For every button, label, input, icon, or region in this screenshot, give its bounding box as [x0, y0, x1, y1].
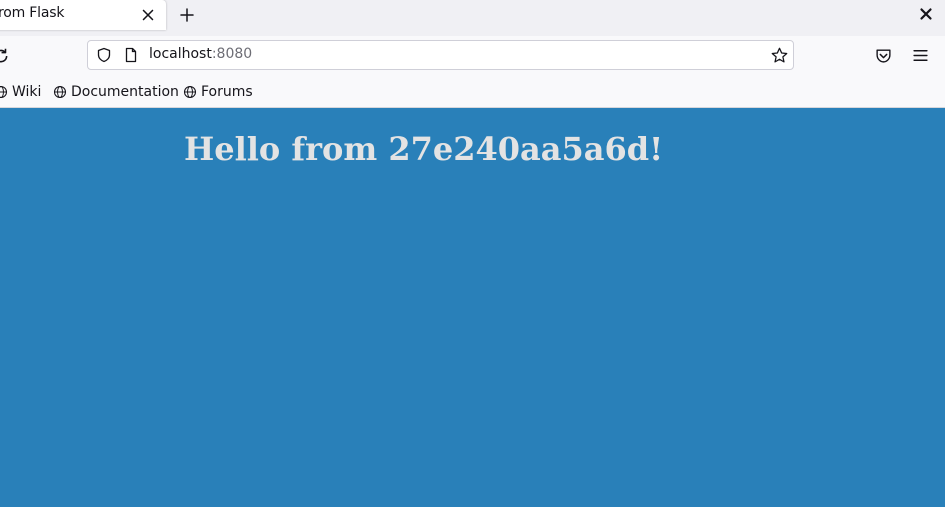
menu-icon[interactable]: [912, 47, 929, 64]
url-port: :8080: [211, 46, 253, 62]
page-icon: [125, 47, 137, 63]
url-host: localhost: [149, 46, 212, 62]
star-icon[interactable]: [771, 47, 788, 64]
bookmark-label: Documentation: [71, 84, 179, 100]
bookmark-documentation[interactable]: Documentation: [53, 82, 179, 102]
nav-bar: localhost:8080: [0, 36, 945, 76]
url-text[interactable]: localhost:8080: [149, 46, 252, 62]
window-close-icon[interactable]: [917, 5, 935, 23]
plus-icon[interactable]: [177, 5, 197, 25]
bookmark-forums[interactable]: Forums: [183, 82, 253, 102]
close-icon[interactable]: [139, 6, 157, 24]
globe-icon: [0, 85, 8, 99]
shield-icon[interactable]: [96, 47, 112, 63]
url-bar[interactable]: localhost:8080: [87, 40, 794, 70]
bookmark-wiki[interactable]: Wiki: [0, 82, 41, 102]
globe-icon: [183, 85, 197, 99]
page-content: Hello from 27e240aa5a6d!: [0, 108, 945, 507]
tab-strip: rom Flask: [0, 0, 945, 36]
page-heading: Hello from 27e240aa5a6d!: [184, 130, 664, 168]
bookmark-label: Wiki: [12, 84, 42, 100]
pocket-icon[interactable]: [875, 47, 892, 64]
globe-icon: [53, 85, 67, 99]
tab-title: rom Flask: [0, 5, 65, 21]
tab-active[interactable]: rom Flask: [0, 0, 166, 30]
bookmarks-toolbar: Wiki Documentation Forums: [0, 76, 945, 108]
reload-icon[interactable]: [0, 47, 10, 65]
bookmark-label: Forums: [201, 84, 253, 100]
